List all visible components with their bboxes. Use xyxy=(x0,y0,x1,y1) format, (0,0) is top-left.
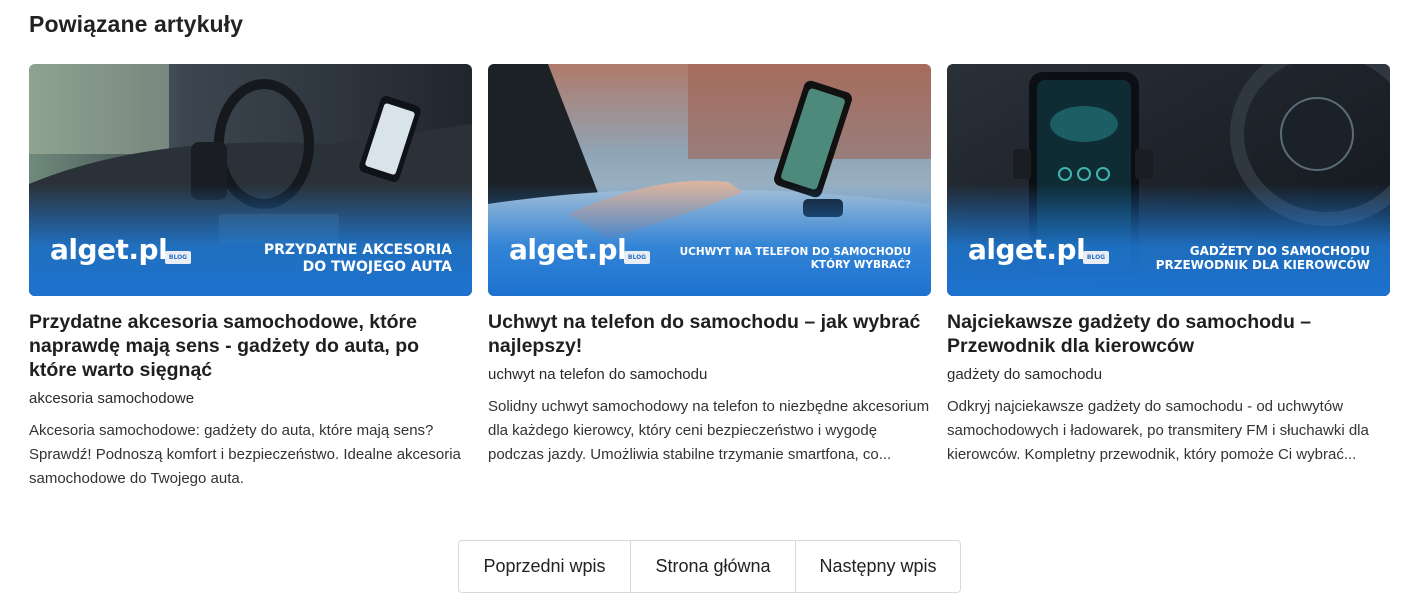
previous-post-button[interactable]: Poprzedni wpis xyxy=(459,541,630,592)
section-title: Powiązane artykuły xyxy=(29,11,243,37)
article-thumbnail[interactable]: alget.pl BLOG UCHWYT NA TELEFON DO SAMOC… xyxy=(488,64,931,296)
article-tag: uchwyt na telefon do samochodu xyxy=(488,366,708,383)
brand-logo: alget.pl xyxy=(509,233,627,266)
article-excerpt: Odkryj najciekawsze gadżety do samochodu… xyxy=(947,398,1369,463)
article-excerpt: Akcesoria samochodowe: gadżety do auta, … xyxy=(29,422,461,487)
brand-badge: BLOG xyxy=(165,251,191,264)
thumbnail-banner: GADŻETY DO SAMOCHODU PRZEWODNIK DLA KIER… xyxy=(1155,244,1370,273)
thumbnail-banner: UCHWYT NA TELEFON DO SAMOCHODU KTÓRY WYB… xyxy=(679,246,911,271)
brand-logo: alget.pl xyxy=(968,233,1086,266)
article-thumbnail[interactable]: alget.pl BLOG GADŻETY DO SAMOCHODU PRZEW… xyxy=(947,64,1390,296)
brand-logo: alget.pl xyxy=(50,233,168,266)
article-excerpt: Solidny uchwyt samochodowy na telefon to… xyxy=(488,398,930,463)
article-thumbnail[interactable]: alget.pl BLOG PRZYDATNE AKCESORIA DO TWO… xyxy=(29,64,472,296)
article-title[interactable]: Najciekawsze gadżety do samochodu – Prze… xyxy=(947,310,1390,358)
related-articles-list: alget.pl BLOG PRZYDATNE AKCESORIA DO TWO… xyxy=(29,64,1391,494)
next-post-button[interactable]: Następny wpis xyxy=(795,541,960,592)
article-card: alget.pl BLOG GADŻETY DO SAMOCHODU PRZEW… xyxy=(947,64,1390,467)
article-card: alget.pl BLOG UCHWYT NA TELEFON DO SAMOC… xyxy=(488,64,931,467)
home-page-button[interactable]: Strona główna xyxy=(630,541,795,592)
article-tag: gadżety do samochodu xyxy=(947,366,1103,383)
article-title[interactable]: Przydatne akcesoria samochodowe, które n… xyxy=(29,310,472,382)
brand-badge: BLOG xyxy=(624,251,650,264)
brand-badge: BLOG xyxy=(1083,251,1109,264)
thumbnail-banner: PRZYDATNE AKCESORIA DO TWOJEGO AUTA xyxy=(263,242,452,275)
article-title[interactable]: Uchwyt na telefon do samochodu – jak wyb… xyxy=(488,310,931,358)
article-tag: akcesoria samochodowe xyxy=(29,390,195,407)
post-navigation: Poprzedni wpis Strona główna Następny wp… xyxy=(458,540,961,593)
article-card: alget.pl BLOG PRZYDATNE AKCESORIA DO TWO… xyxy=(29,64,472,491)
